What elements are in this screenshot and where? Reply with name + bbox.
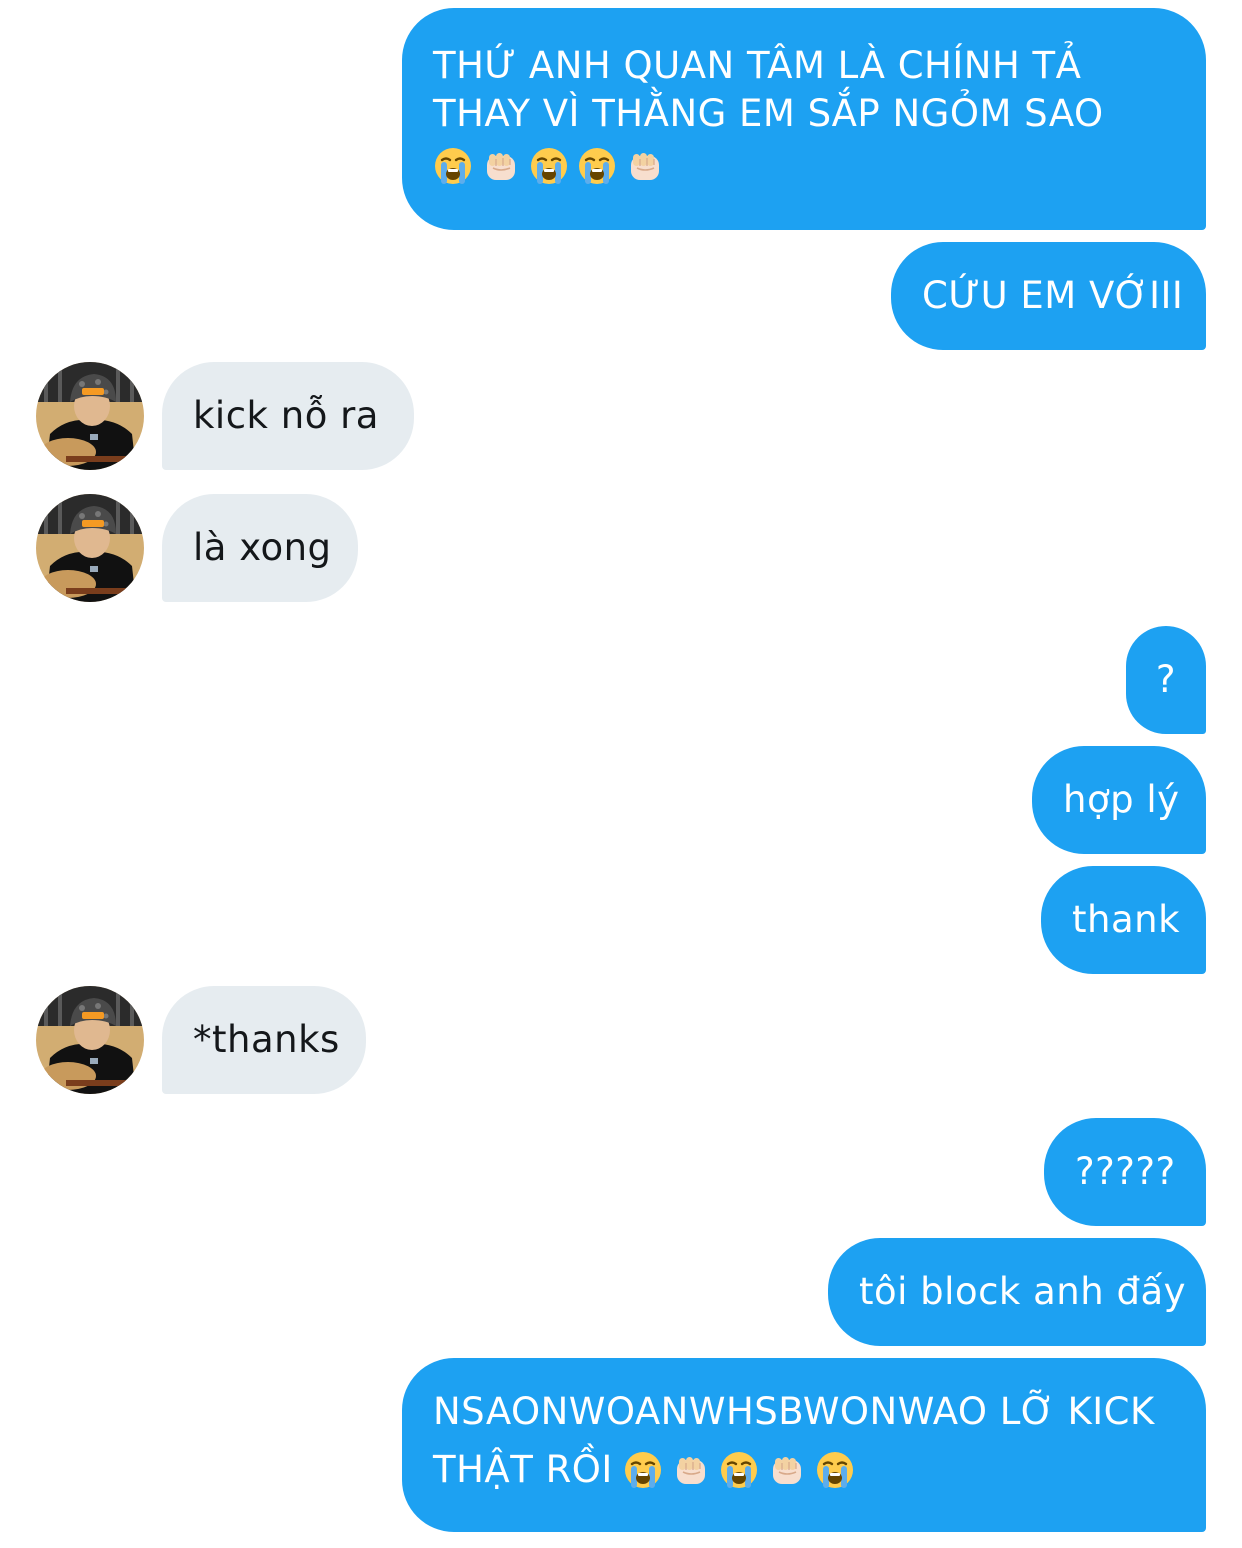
sent-message-5[interactable]: thank	[1041, 866, 1206, 974]
loudly-crying-face-icon	[719, 1450, 759, 1490]
loudly-crying-face-icon	[623, 1450, 663, 1490]
oncoming-fist-icon	[671, 1450, 711, 1490]
message-text: kick nỗ ra	[193, 394, 379, 437]
loudly-crying-face-icon	[529, 146, 569, 186]
sent-message-3[interactable]: ?	[1126, 626, 1206, 734]
sent-message-8[interactable]: NSAONWOANWHSBWONWAO LỠ KICK THẬT RỒI	[402, 1358, 1206, 1532]
contact-avatar[interactable]	[36, 986, 144, 1094]
message-text: thank	[1072, 898, 1181, 941]
sent-message-4[interactable]: hợp lý	[1032, 746, 1206, 854]
oncoming-fist-icon	[625, 146, 665, 186]
contact-avatar[interactable]	[36, 494, 144, 602]
sent-message-1[interactable]: THỨ ANH QUAN TÂM LÀ CHÍNH TẢ THAY VÌ THẰ…	[402, 8, 1206, 230]
sent-message-2[interactable]: CỨU EM VỚIII	[891, 242, 1206, 350]
oncoming-fist-icon	[481, 146, 521, 186]
message-line: NSAONWOANWHSBWONWAO LỠ KICK	[433, 1390, 1155, 1433]
sent-message-6[interactable]: ?????	[1044, 1118, 1206, 1226]
message-line: THỨ ANH QUAN TÂM LÀ CHÍNH TẢ	[433, 44, 1082, 87]
message-text: ?	[1155, 658, 1177, 701]
message-line: THẬT RỒI	[433, 1446, 1175, 1494]
oncoming-fist-icon	[767, 1450, 807, 1490]
sent-message-7[interactable]: tôi block anh đấy	[828, 1238, 1206, 1346]
received-message-1[interactable]: kick nỗ ra	[162, 362, 414, 470]
message-text: ?????	[1075, 1150, 1176, 1193]
message-text: *thanks	[193, 1018, 340, 1061]
loudly-crying-face-icon	[815, 1450, 855, 1490]
received-message-2[interactable]: là xong	[162, 494, 358, 602]
loudly-crying-face-icon	[433, 146, 473, 186]
emoji-row	[433, 146, 1175, 186]
received-message-3[interactable]: *thanks	[162, 986, 366, 1094]
message-text: hợp lý	[1063, 778, 1180, 821]
loudly-crying-face-icon	[577, 146, 617, 186]
emoji-group	[623, 1450, 855, 1490]
contact-avatar[interactable]	[36, 362, 144, 470]
message-text: tôi block anh đấy	[859, 1270, 1187, 1313]
message-line: THAY VÌ THẰNG EM SẮP NGỎM SAO	[433, 92, 1104, 135]
message-text: là xong	[193, 526, 332, 569]
message-text: CỨU EM VỚIII	[922, 274, 1184, 317]
message-line-text: THẬT RỒI	[433, 1448, 613, 1491]
